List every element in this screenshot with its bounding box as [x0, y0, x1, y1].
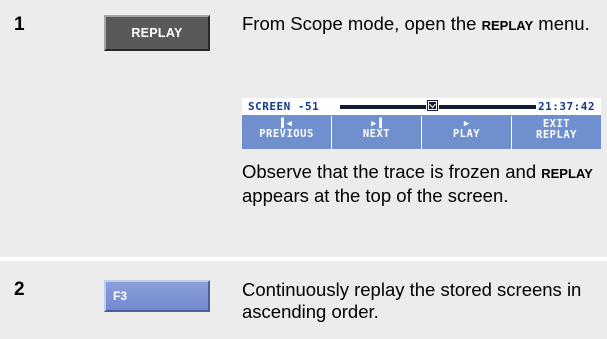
step-row-1: 1 REPLAY From Scope mode, open the REPLA…	[0, 0, 607, 257]
progress-thumb-icon	[425, 99, 439, 112]
step-1-instruction: From Scope mode, open the REPLAY menu.	[242, 13, 590, 34]
screen-time: 21:37:42	[538, 100, 595, 113]
softkey-previous: ▌◀ PREVIOUS	[242, 116, 332, 149]
step-number: 1	[14, 14, 25, 35]
step-number: 2	[14, 279, 25, 300]
keyword: REPLAY	[481, 18, 534, 33]
softkey-next: ▶▐ NEXT	[332, 116, 422, 149]
screen-number-label: SCREEN -51	[248, 100, 320, 113]
step-1-observation: Observe that the trace is frozen and REP…	[242, 161, 593, 206]
f3-key-button: F3	[104, 280, 210, 312]
step-2-instruction: Continuously replay the stored screens i…	[242, 279, 582, 322]
instruction-table: 1 REPLAY From Scope mode, open the REPLA…	[0, 0, 607, 339]
softkey-bar: ▌◀ PREVIOUS ▶▐ NEXT ▶ PLAY EXIT REPLAY	[242, 116, 601, 149]
replay-key-button: REPLAY	[104, 15, 210, 51]
softkey-play: ▶ PLAY	[422, 116, 512, 149]
softkey-exit-replay: EXIT REPLAY	[536, 118, 577, 141]
screen-status-bar: SCREEN -51 21:37:42	[242, 98, 601, 115]
replay-screen-image: SCREEN -51 21:37:42 ▌◀ PREVIOUS ▶▐ NEXT …	[242, 98, 601, 149]
keyword: REPLAY	[541, 166, 593, 181]
